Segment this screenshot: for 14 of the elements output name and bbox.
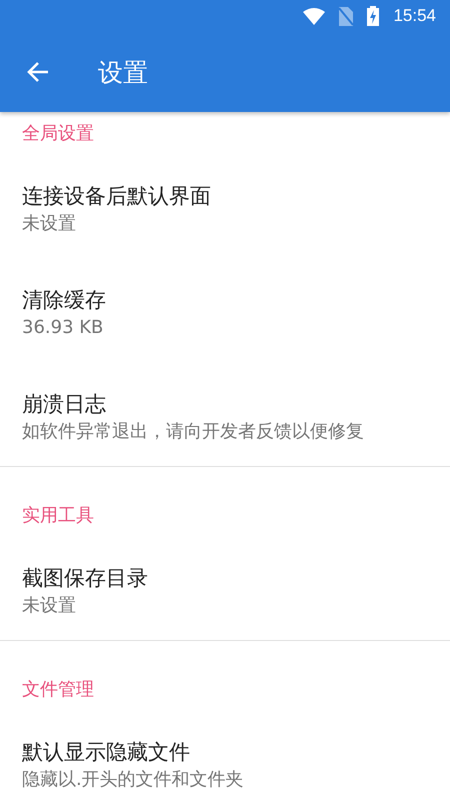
battery-charging-icon bbox=[367, 6, 380, 26]
section-header: 全局设置 bbox=[22, 122, 94, 145]
status-time: 15:54 bbox=[393, 6, 436, 26]
page-title: 设置 bbox=[98, 56, 148, 88]
settings-item[interactable]: 截图保存目录 未设置 bbox=[0, 536, 450, 640]
wifi-icon bbox=[303, 8, 326, 24]
settings-item[interactable]: 清除缓存 36.93 KB bbox=[0, 258, 450, 362]
settings-item[interactable]: 崩溃日志 如软件异常退出，请向开发者反馈以便修复 bbox=[0, 362, 450, 466]
settings-item[interactable]: 默认显示隐藏文件 隐藏以.开头的文件和文件夹 bbox=[0, 710, 450, 800]
section-header: 文件管理 bbox=[22, 678, 94, 701]
settings-item[interactable]: 连接设备后默认界面 未设置 bbox=[0, 154, 450, 258]
no-sim-icon bbox=[339, 6, 354, 26]
back-arrow-icon bbox=[26, 60, 50, 84]
section-header: 实用工具 bbox=[22, 504, 94, 527]
